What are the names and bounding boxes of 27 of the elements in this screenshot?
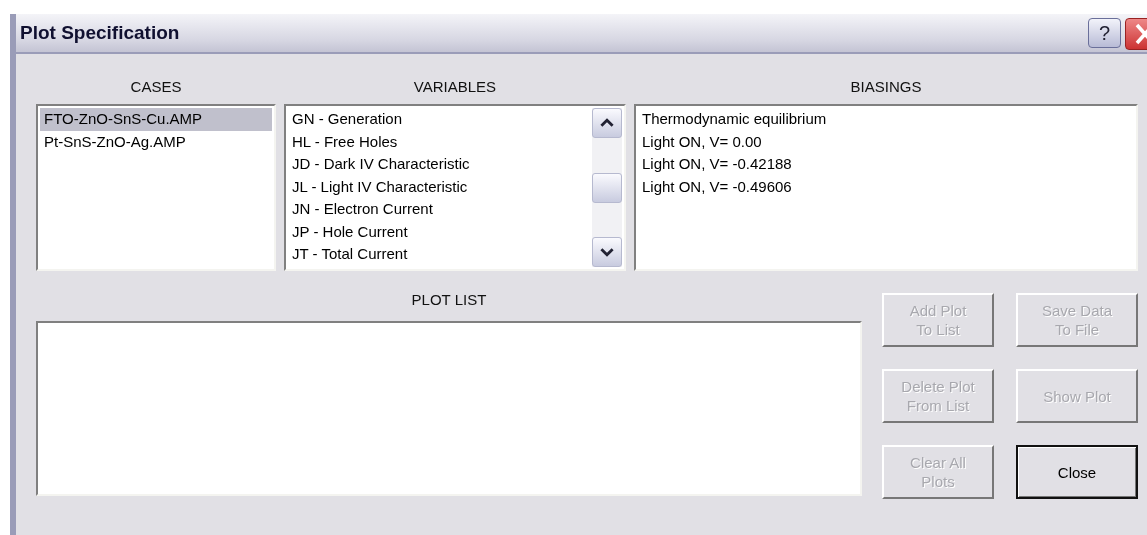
list-item[interactable]: JD - Dark IV Characteristic (288, 153, 592, 176)
list-item[interactable]: Light ON, V= -0.49606 (638, 175, 1134, 198)
scrollbar[interactable] (592, 108, 622, 267)
list-item[interactable]: JL - Light IV Characteristic (288, 175, 592, 198)
list-item[interactable]: Pt-SnS-ZnO-Ag.AMP (40, 130, 272, 153)
biasings-list[interactable]: Thermodynamic equilibrium Light ON, V= 0.00 Light ON, V= -0.42188 Light ON, V= -0.49606 (634, 104, 1138, 271)
list-item[interactable]: HL - Free Holes (288, 130, 592, 153)
scroll-down-icon[interactable] (592, 237, 622, 267)
column-heading: VARIABLES (412, 77, 498, 97)
list-item[interactable]: JT - Total Current (288, 243, 592, 266)
list-item[interactable]: FTO-ZnO-SnS-Cu.AMP (40, 108, 272, 131)
list-item[interactable]: JN - Electron Current (288, 198, 592, 221)
column-heading: PLOT LIST (410, 290, 488, 310)
list-item[interactable]: Light ON, V= 0.00 (638, 130, 1134, 153)
list-item[interactable]: GN - Generation (288, 108, 592, 131)
window-title: Plot Specification (20, 22, 180, 44)
column-heading: BIASINGS (849, 77, 923, 97)
list-item[interactable]: JP - Hole Current (288, 220, 592, 243)
variables-list[interactable]: GN - Generation HL - Free Holes JD - Dark IV Characteristic JL - Light IV Characteristic JN - Electron Current JP - Hole Current JT - Total Current (284, 104, 626, 271)
list-item[interactable]: Thermodynamic equilibrium (638, 108, 1134, 131)
scroll-up-icon[interactable] (592, 108, 622, 138)
scroll-thumb[interactable] (592, 172, 622, 203)
cases-list[interactable]: FTO-ZnO-SnS-Cu.AMP Pt-SnS-ZnO-Ag.AMP (36, 104, 276, 271)
action-button[interactable]: Close (1016, 445, 1138, 499)
help-button[interactable]: ? (1088, 18, 1121, 48)
column-heading: CASES (129, 77, 183, 97)
list-item[interactable]: Light ON, V= -0.42188 (638, 153, 1134, 176)
